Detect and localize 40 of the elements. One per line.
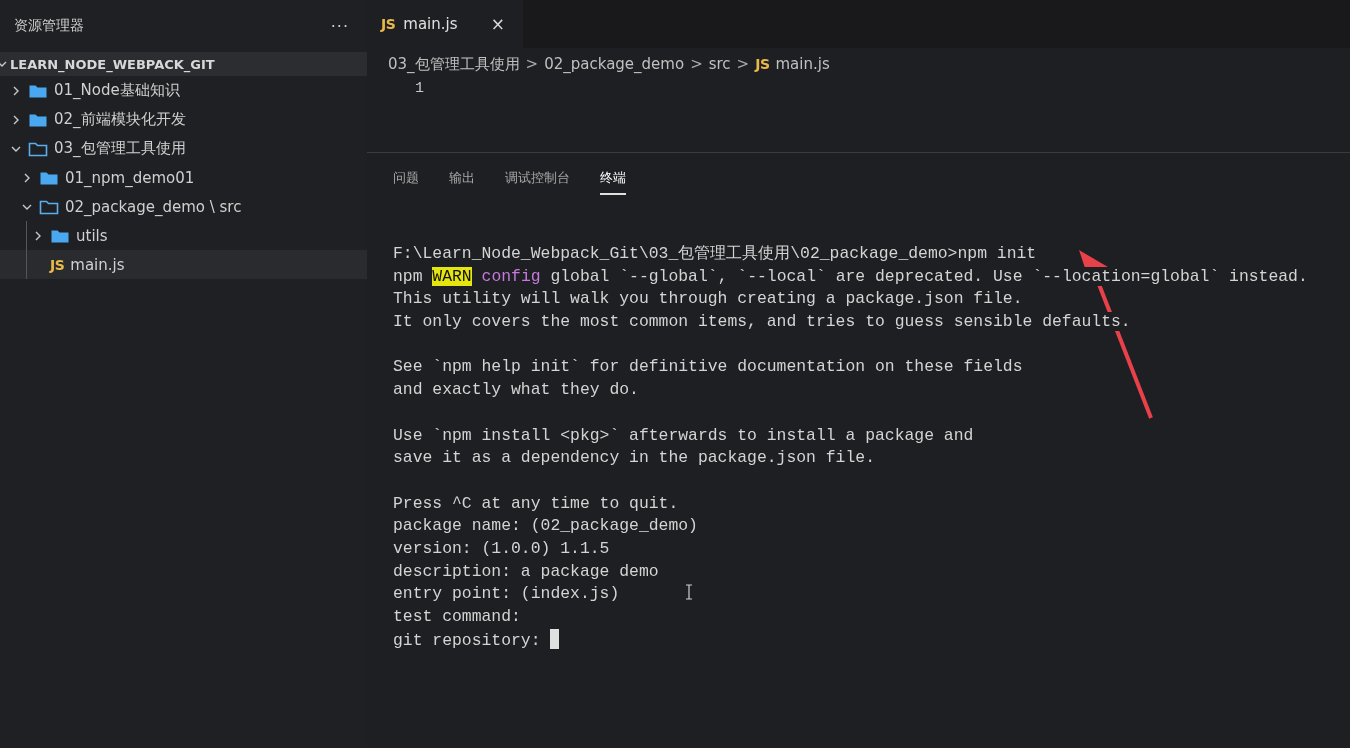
js-file-icon: JS xyxy=(381,16,396,32)
terminal-text: See `npm help init` for definitive documentation on these fields xyxy=(393,357,1023,377)
breadcrumb-item[interactable]: main.js xyxy=(775,55,830,73)
folder-item[interactable]: 02_前端模块化开发 xyxy=(0,105,367,134)
terminal-text: version: (1.0.0) 1.1.5 xyxy=(393,538,610,558)
text-cursor-icon xyxy=(685,584,693,600)
panel-tab[interactable]: 输出 xyxy=(449,167,475,195)
terminal-text: entry point: (index.js) xyxy=(393,584,620,604)
terminal-cursor xyxy=(550,628,560,649)
breadcrumb-separator: > xyxy=(736,55,750,73)
line-number: 1 xyxy=(415,80,425,99)
panel-tab[interactable]: 终端 xyxy=(600,167,626,195)
terminal-text: save it as a dependency in the package.json file. xyxy=(393,448,875,468)
folder-outline-icon xyxy=(39,198,59,215)
breadcrumb-item[interactable]: src xyxy=(708,55,731,73)
panel-tab[interactable]: 问题 xyxy=(393,167,419,195)
folder-item[interactable]: 02_package_demo \ src xyxy=(0,192,367,221)
editor-tab[interactable]: JS main.js × xyxy=(367,0,523,48)
more-button[interactable]: ··· xyxy=(330,16,349,36)
terminal-text: description: a package demo xyxy=(393,561,659,581)
js-file-icon: JS xyxy=(50,256,65,273)
file-item[interactable]: JS main.js xyxy=(0,250,367,279)
explorer-root-row[interactable]: LEARN_NODE_WEBPACK_GIT xyxy=(0,52,367,76)
folder-item[interactable]: utils xyxy=(0,221,367,250)
folder-item[interactable]: 01_Node基础知识 xyxy=(0,76,367,105)
breadcrumb-separator: > xyxy=(525,55,539,73)
breadcrumb-item[interactable]: 02_package_demo xyxy=(544,55,685,73)
breadcrumb-separator: > xyxy=(690,55,703,73)
warn-label: WARN xyxy=(432,266,472,286)
sidebar-title: 资源管理器 xyxy=(14,17,84,35)
folder-outline-icon xyxy=(28,140,48,157)
breadcrumb-item[interactable]: 03_包管理工具使用 xyxy=(388,54,520,74)
folder-item[interactable]: 03_包管理工具使用 xyxy=(0,134,367,163)
close-button[interactable]: × xyxy=(490,14,505,34)
js-file-icon: JS xyxy=(755,56,770,72)
terminal-text: F:\Learn_Node_Webpack_Git\03_包管理工具使用\02_package_demo>npm init xyxy=(393,244,1037,263)
terminal-text: package name: (02_package_demo) xyxy=(393,516,698,536)
terminal-text: Use `npm install <pkg>` afterwards to install a package and xyxy=(393,425,974,445)
panel-tab[interactable]: 调试控制台 xyxy=(505,167,570,195)
folder-item[interactable]: 01_npm_demo01 xyxy=(0,163,367,192)
